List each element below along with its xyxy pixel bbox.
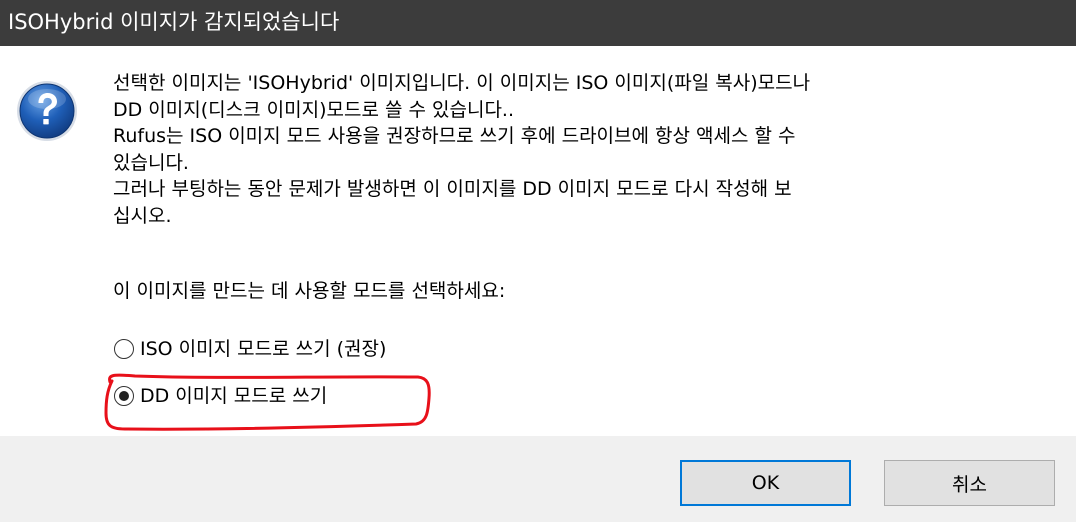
mode-prompt: 이 이미지를 만드는 데 사용할 모드를 선택하세요: xyxy=(113,280,506,302)
message-line: Rufus는 ISO 이미지 모드 사용을 권장하므로 쓰기 후에 드라이브에 … xyxy=(113,125,796,147)
message-line: 있습니다. xyxy=(113,151,189,174)
iso-mode-label[interactable]: ISO 이미지 모드로 쓰기 (권장) xyxy=(140,336,386,362)
dd-mode-label[interactable]: DD 이미지 모드로 쓰기 xyxy=(140,383,327,409)
iso-mode-option[interactable]: ISO 이미지 모드로 쓰기 (권장) xyxy=(114,335,386,363)
question-icon xyxy=(17,81,77,141)
dd-mode-radio[interactable] xyxy=(114,386,134,406)
ok-button[interactable]: OK xyxy=(680,460,851,506)
button-bar: OK 취소 xyxy=(0,436,1076,522)
window-title: ISOHybrid 이미지가 감지되었습니다 xyxy=(8,10,340,34)
message-line: 그러나 부팅하는 동안 문제가 발생하면 이 이미지를 DD 이미지 모드로 다… xyxy=(113,178,792,200)
message-line: 십시오. xyxy=(113,204,172,227)
message-line: DD 이미지(디스크 이미지)모드로 쓸 수 있습니다.. xyxy=(113,98,515,121)
cancel-button[interactable]: 취소 xyxy=(884,460,1055,506)
dialog-content: 선택한 이미지는 'ISOHybrid' 이미지입니다. 이 이미지는 ISO … xyxy=(0,46,1076,436)
dd-mode-option[interactable]: DD 이미지 모드로 쓰기 xyxy=(114,382,327,410)
title-bar[interactable]: ISOHybrid 이미지가 감지되었습니다 xyxy=(0,0,1076,46)
message-text: 선택한 이미지는 'ISOHybrid' 이미지입니다. 이 이미지는 ISO … xyxy=(113,70,1053,229)
iso-mode-radio[interactable] xyxy=(114,339,134,359)
message-line: 선택한 이미지는 'ISOHybrid' 이미지입니다. 이 이미지는 ISO … xyxy=(113,72,811,94)
